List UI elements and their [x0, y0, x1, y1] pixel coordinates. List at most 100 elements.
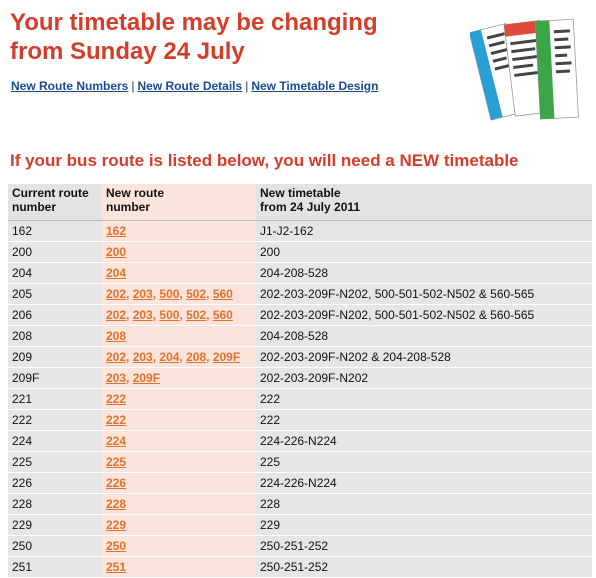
route-link[interactable]: 500	[159, 308, 179, 322]
link-separator: |	[245, 79, 249, 93]
current-route-cell: 250	[8, 535, 102, 557]
header-new-route-line-2: number	[106, 200, 151, 214]
table-row: 225 225 225	[8, 451, 592, 473]
route-link[interactable]: 222	[106, 413, 126, 427]
current-route-cell: 209	[8, 346, 102, 368]
route-link[interactable]: 502	[186, 287, 206, 301]
header-new-route: New route number	[102, 184, 256, 221]
new-timetable-cell: 202-203-209F-N202 & 204-208-528	[256, 346, 592, 368]
section-links: New Route Numbers | New Route Details | New …	[11, 79, 378, 93]
new-route-cell: 229	[102, 514, 256, 536]
link-new-timetable-design[interactable]: New Timetable Design	[251, 79, 378, 93]
table-row: 209F 203, 209F 202-203-209F-N202	[8, 367, 592, 389]
route-link[interactable]: 203	[133, 350, 153, 364]
new-route-cell: 224	[102, 430, 256, 452]
route-link[interactable]: 224	[106, 434, 126, 448]
new-route-cell: 162	[102, 220, 256, 242]
route-link[interactable]: 200	[106, 245, 126, 259]
route-link[interactable]: 202	[106, 350, 126, 364]
new-timetable-cell: 224-226-N224	[256, 430, 592, 452]
table-row: 229 229 229	[8, 514, 592, 536]
route-link[interactable]: 225	[106, 455, 126, 469]
new-timetable-cell: 250-251-252	[256, 556, 592, 578]
route-link[interactable]: 209F	[133, 371, 160, 385]
route-rows: 162 162 J1-J2-162 200 200 200 204 204 204-208-52…	[8, 220, 592, 578]
new-timetable-cell: 200	[256, 241, 592, 263]
current-route-cell: 225	[8, 451, 102, 473]
route-link[interactable]: 250	[106, 539, 126, 553]
new-route-cell: 222	[102, 388, 256, 410]
new-route-cell: 202, 203, 500, 502, 560	[102, 304, 256, 326]
new-route-cell: 204	[102, 262, 256, 284]
table-row: 209 202, 203, 204, 208, 209F 202-203-209F-…	[8, 346, 592, 368]
header-current-route-line-2: number	[12, 200, 57, 214]
table-row: 228 228 228	[8, 493, 592, 515]
new-timetable-cell: 222	[256, 409, 592, 431]
route-link[interactable]: 229	[106, 518, 126, 532]
new-route-cell: 225	[102, 451, 256, 473]
new-route-cell: 228	[102, 493, 256, 515]
route-link[interactable]: 226	[106, 476, 126, 490]
new-timetable-cell: 225	[256, 451, 592, 473]
page-title-line-2: from Sunday 24 July	[10, 38, 245, 65]
table-row: 251 251 250-251-252	[8, 556, 592, 578]
current-route-cell: 222	[8, 409, 102, 431]
route-link[interactable]: 202	[106, 308, 126, 322]
current-route-cell: 229	[8, 514, 102, 536]
route-link[interactable]: 204	[159, 350, 179, 364]
table-row: 204 204 204-208-528	[8, 262, 592, 284]
link-new-route-details[interactable]: New Route Details	[137, 79, 242, 93]
new-route-cell: 222	[102, 409, 256, 431]
header-new-timetable-line-2: from 24 July 2011	[260, 200, 361, 214]
current-route-cell: 221	[8, 388, 102, 410]
route-link[interactable]: 202	[106, 287, 126, 301]
route-list-heading: If your bus route is listed below, you w…	[10, 151, 519, 170]
table-row: 162 162 J1-J2-162	[8, 220, 592, 242]
route-link[interactable]: 162	[106, 224, 126, 238]
route-link[interactable]: 203	[106, 371, 126, 385]
page-title: Your timetable may be changing from Sund…	[10, 8, 378, 66]
current-route-cell: 208	[8, 325, 102, 347]
route-link[interactable]: 228	[106, 497, 126, 511]
timetable-leaflets-image	[470, 18, 579, 121]
route-link[interactable]: 222	[106, 392, 126, 406]
table-row: 206 202, 203, 500, 502, 560 202-203-209F-N…	[8, 304, 592, 326]
current-route-cell: 206	[8, 304, 102, 326]
new-route-cell: 202, 203, 500, 502, 560	[102, 283, 256, 305]
route-link[interactable]: 502	[186, 308, 206, 322]
page-title-line-1: Your timetable may be changing	[10, 9, 378, 36]
table-row: 224 224 224-226-N224	[8, 430, 592, 452]
route-link[interactable]: 209F	[213, 350, 240, 364]
header-new-timetable-line-1: New timetable	[260, 186, 341, 200]
table-row: 208 208 204-208-528	[8, 325, 592, 347]
new-timetable-cell: 224-226-N224	[256, 472, 592, 494]
table-row: 221 222 222	[8, 388, 592, 410]
new-timetable-cell: 202-203-209F-N202	[256, 367, 592, 389]
route-link[interactable]: 203	[133, 287, 153, 301]
route-link[interactable]: 208	[186, 350, 206, 364]
header-current-route: Current route number	[8, 184, 102, 221]
table-row: 200 200 200	[8, 241, 592, 263]
header-new-route-line-1: New route	[106, 186, 165, 200]
link-new-route-numbers[interactable]: New Route Numbers	[11, 79, 128, 93]
new-timetable-cell: 202-203-209F-N202, 500-501-502-N502 & 56…	[256, 283, 592, 305]
header-current-route-line-1: Current route	[12, 186, 89, 200]
new-timetable-cell: 204-208-528	[256, 262, 592, 284]
route-link[interactable]: 203	[133, 308, 153, 322]
current-route-cell: 226	[8, 472, 102, 494]
current-route-cell: 162	[8, 220, 102, 242]
route-link[interactable]: 560	[213, 308, 233, 322]
new-timetable-cell: J1-J2-162	[256, 220, 592, 242]
new-timetable-cell: 228	[256, 493, 592, 515]
route-link[interactable]: 560	[213, 287, 233, 301]
current-route-cell: 204	[8, 262, 102, 284]
new-route-cell: 200	[102, 241, 256, 263]
header-new-timetable: New timetable from 24 July 2011	[256, 184, 592, 221]
table-row: 205 202, 203, 500, 502, 560 202-203-209F-N…	[8, 283, 592, 305]
route-link[interactable]: 500	[159, 287, 179, 301]
route-link[interactable]: 204	[106, 266, 126, 280]
route-link[interactable]: 251	[106, 560, 126, 574]
table-row: 250 250 250-251-252	[8, 535, 592, 557]
route-link[interactable]: 208	[106, 329, 126, 343]
new-route-cell: 251	[102, 556, 256, 578]
